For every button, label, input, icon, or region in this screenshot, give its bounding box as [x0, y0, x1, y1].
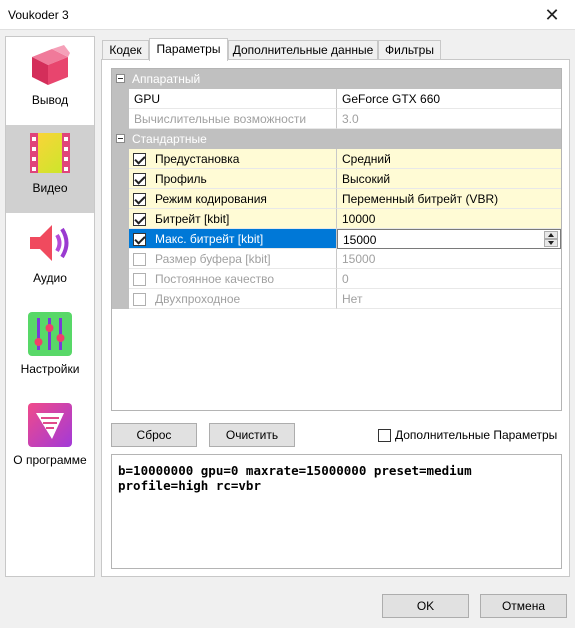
property-name: Постоянное качество [155, 272, 275, 286]
property-value: GeForce GTX 660 [342, 92, 441, 106]
spinner-up-icon[interactable] [544, 231, 558, 239]
property-name: Профиль [155, 172, 207, 186]
buffer-size-checkbox[interactable] [133, 253, 146, 266]
video-film-icon [30, 133, 70, 173]
category-label: Аппаратный [132, 72, 201, 86]
settings-sliders-icon [28, 312, 72, 356]
property-preset[interactable]: Предустановка Средний [112, 149, 561, 169]
property-name: Двухпроходное [155, 292, 241, 306]
property-value: 15000 [342, 252, 376, 266]
sidebar-item-label: Видео [32, 181, 68, 195]
max-bitrate-spinner[interactable] [544, 231, 558, 247]
property-max-bitrate[interactable]: Макс. битрейт [kbit] 15000 [112, 229, 561, 249]
reset-button[interactable]: Сброс [111, 423, 197, 447]
property-value: 0 [342, 272, 349, 286]
profile-checkbox[interactable] [133, 173, 146, 186]
sidebar-item-label: Вывод [31, 93, 69, 107]
advanced-checkbox-box[interactable] [378, 429, 391, 442]
category-label: Стандартные [132, 132, 207, 146]
property-value: 15000 [343, 233, 377, 247]
property-two-pass[interactable]: Двухпроходное Нет [112, 289, 561, 309]
property-constant-quality[interactable]: Постоянное качество 0 [112, 269, 561, 289]
audio-speaker-icon [30, 225, 69, 261]
ok-button[interactable]: OK [382, 594, 469, 618]
property-grid[interactable]: Аппаратный GPU GeForce GTX 660 Вычислите… [111, 68, 562, 411]
cancel-button[interactable]: Отмена [480, 594, 567, 618]
advanced-checkbox-label: Дополнительные Параметры [395, 428, 558, 442]
preset-checkbox[interactable] [133, 153, 146, 166]
property-value: Средний [342, 152, 391, 166]
tab-parameters[interactable]: Параметры [149, 38, 228, 61]
sidebar-item-settings[interactable]: Настройки [6, 306, 94, 394]
window-title: Voukoder 3 [8, 8, 69, 22]
sidebar-item-label: Настройки [20, 362, 80, 376]
property-gpu[interactable]: GPU GeForce GTX 660 [112, 89, 561, 109]
sidebar: Вывод Видео Аудио Настройки О программе [5, 36, 95, 577]
sidebar-item-output[interactable]: Вывод [6, 37, 94, 125]
rate-control-checkbox[interactable] [133, 193, 146, 206]
two-pass-checkbox[interactable] [133, 293, 146, 306]
property-bitrate[interactable]: Битрейт [kbit] 10000 [112, 209, 561, 229]
tab-extra-data[interactable]: Дополнительные данные [228, 40, 378, 60]
spinner-down-icon[interactable] [544, 239, 558, 247]
parameter-string-output[interactable]: b=10000000 gpu=0 maxrate=15000000 preset… [111, 454, 562, 569]
property-value: Переменный битрейт (VBR) [342, 192, 499, 206]
constant-quality-checkbox[interactable] [133, 273, 146, 286]
title-bar: Voukoder 3 ✕ [0, 0, 575, 30]
tab-codec[interactable]: Кодек [102, 40, 149, 60]
sidebar-item-video[interactable]: Видео [6, 125, 94, 213]
max-bitrate-input[interactable]: 15000 [337, 229, 561, 249]
property-name: GPU [134, 92, 161, 106]
property-value: 10000 [342, 212, 376, 226]
bitrate-checkbox[interactable] [133, 213, 146, 226]
property-name: Предустановка [155, 152, 240, 166]
property-compute-capability: Вычислительные возможности 3.0 [112, 109, 561, 129]
property-value: Нет [342, 292, 363, 306]
max-bitrate-checkbox[interactable] [133, 233, 146, 246]
property-value: Высокий [342, 172, 391, 186]
sidebar-item-label: О программе [13, 453, 87, 467]
collapse-icon[interactable] [116, 134, 125, 143]
close-icon[interactable]: ✕ [529, 0, 575, 30]
property-name: Режим кодирования [155, 192, 267, 206]
property-buffer-size[interactable]: Размер буфера [kbit] 15000 [112, 249, 561, 269]
about-funnel-icon [28, 403, 72, 447]
output-cube-icon [32, 45, 70, 85]
tab-filters[interactable]: Фильтры [378, 40, 441, 60]
collapse-icon[interactable] [116, 74, 125, 83]
sidebar-item-audio[interactable]: Аудио [6, 215, 94, 303]
property-rate-control[interactable]: Режим кодирования Переменный битрейт (VB… [112, 189, 561, 209]
property-profile[interactable]: Профиль Высокий [112, 169, 561, 189]
sidebar-item-about[interactable]: О программе [6, 397, 94, 485]
property-name: Макс. битрейт [kbit] [155, 232, 264, 246]
property-value: 3.0 [342, 112, 359, 126]
category-standard[interactable]: Стандартные [112, 129, 561, 149]
clear-button[interactable]: Очистить [209, 423, 295, 447]
sidebar-item-label: Аудио [33, 271, 67, 285]
property-name: Битрейт [kbit] [155, 212, 230, 226]
property-name: Размер буфера [kbit] [155, 252, 271, 266]
parameters-panel: Аппаратный GPU GeForce GTX 660 Вычислите… [101, 59, 570, 577]
category-hardware[interactable]: Аппаратный [112, 69, 561, 89]
property-name: Вычислительные возможности [134, 112, 307, 126]
